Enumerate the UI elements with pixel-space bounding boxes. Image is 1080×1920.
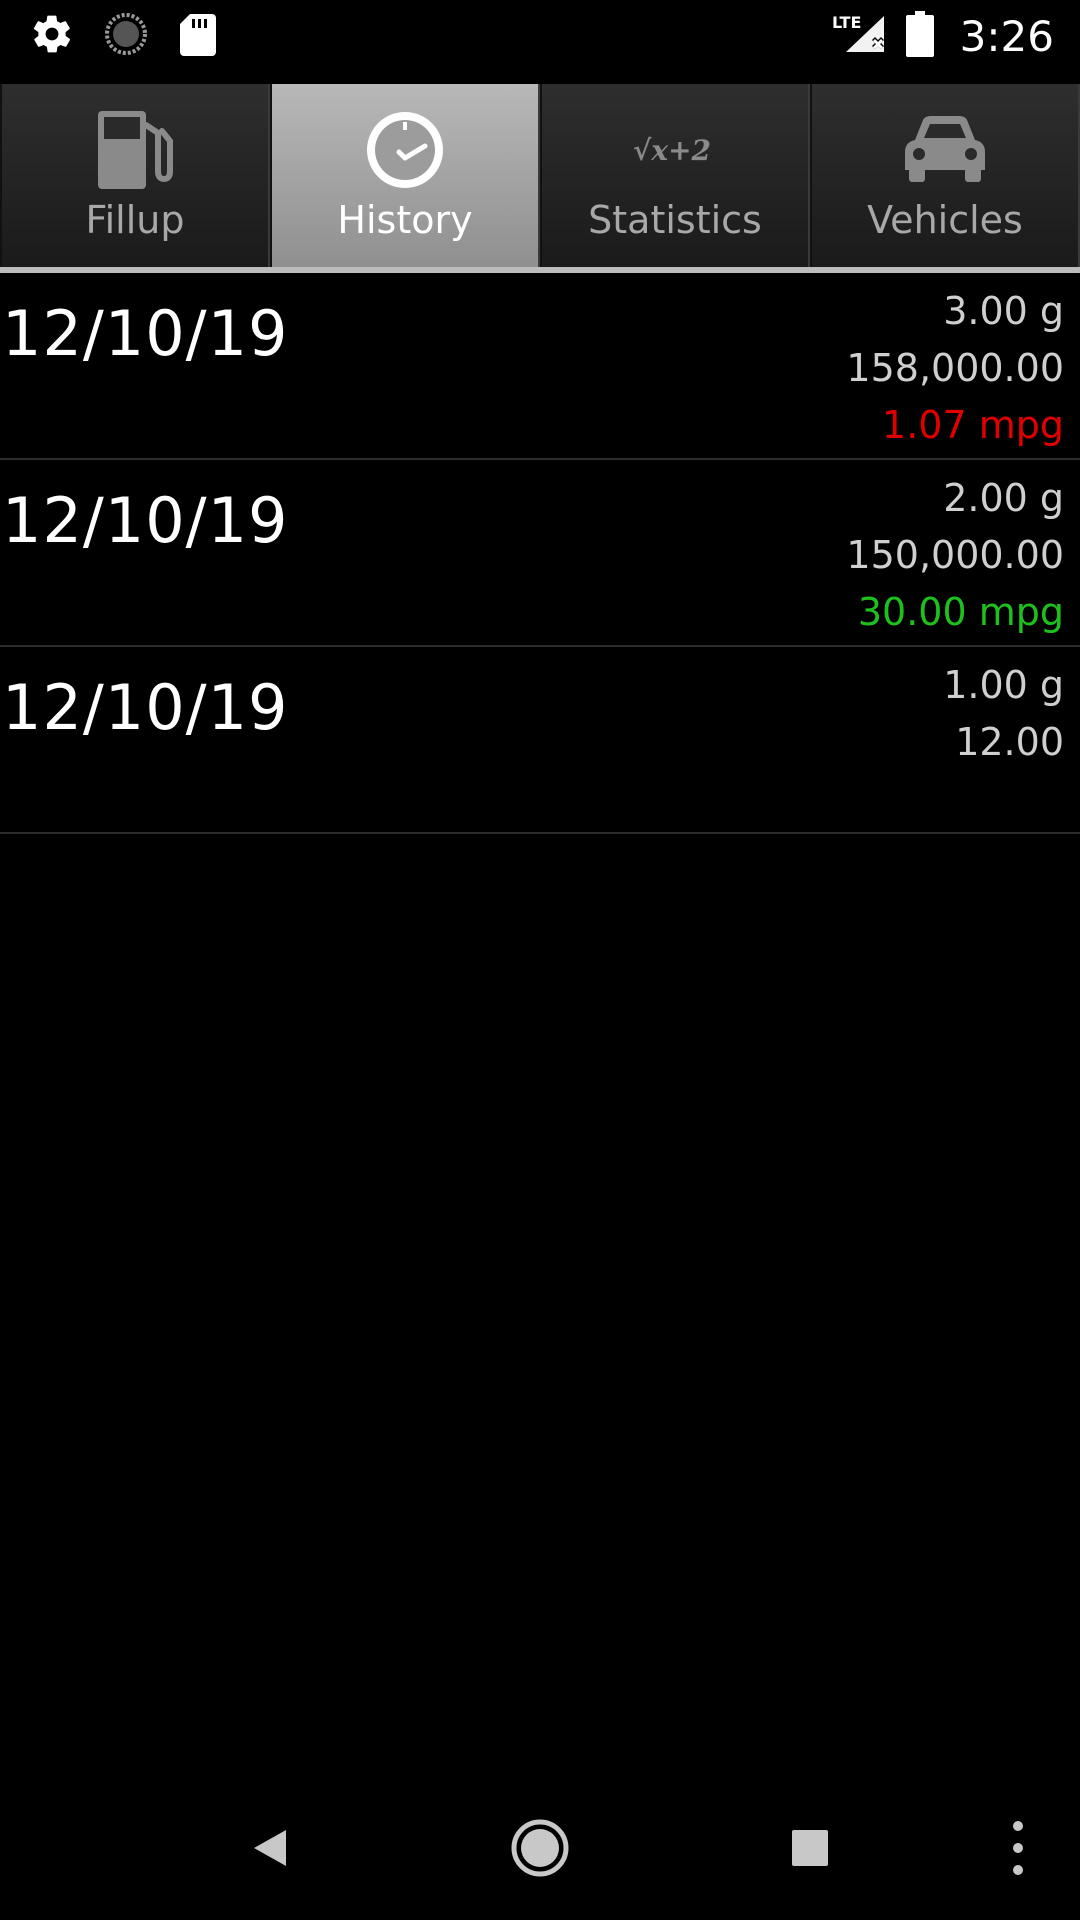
navigation-bar [0, 1776, 1080, 1920]
recents-icon[interactable] [774, 1812, 846, 1884]
tab-label: Vehicles [867, 198, 1023, 242]
history-list: 12/10/19 3.00 g 158,000.00 1.07 mpg 12/1… [0, 273, 1080, 834]
overflow-menu-icon[interactable] [982, 1812, 1054, 1884]
tab-vehicles[interactable]: Vehicles [810, 84, 1080, 270]
battery-icon [905, 11, 934, 61]
sqrt-formula-icon: √x+2 [625, 104, 725, 196]
clock-icon [361, 104, 449, 196]
entry-values: 2.00 g 150,000.00 30.00 mpg [846, 470, 1064, 641]
back-icon[interactable] [234, 1812, 306, 1884]
history-row[interactable]: 12/10/19 3.00 g 158,000.00 1.07 mpg [0, 273, 1080, 460]
fuel-pump-icon [90, 104, 180, 196]
tab-history[interactable]: History [270, 84, 540, 270]
entry-odometer: 12.00 [955, 720, 1064, 764]
lte-label: LTE [832, 13, 861, 32]
entry-values: 1.00 g 12.00 [943, 657, 1064, 771]
sd-card-icon [178, 12, 218, 60]
home-icon[interactable] [504, 1812, 576, 1884]
entry-odometer: 158,000.00 [846, 346, 1064, 390]
entry-date: 12/10/19 [2, 671, 289, 744]
entry-economy: 1.07 mpg [882, 403, 1064, 447]
entry-gallons: 3.00 g [943, 289, 1064, 333]
formula-text: √x+2 [633, 134, 711, 167]
history-row[interactable]: 12/10/19 1.00 g 12.00 [0, 647, 1080, 834]
history-row[interactable]: 12/10/19 2.00 g 150,000.00 30.00 mpg [0, 460, 1080, 647]
entry-gallons: 2.00 g [943, 476, 1064, 520]
sync-icon [104, 12, 148, 60]
entry-date: 12/10/19 [2, 484, 289, 557]
tab-statistics[interactable]: √x+2 Statistics [540, 84, 810, 270]
status-time: 3:26 [959, 11, 1054, 61]
gear-icon [30, 12, 74, 60]
entry-gallons: 1.00 g [943, 663, 1064, 707]
tab-fillup[interactable]: Fillup [0, 84, 270, 270]
car-icon [897, 104, 993, 196]
entry-economy: 30.00 mpg [857, 590, 1064, 634]
entry-values: 3.00 g 158,000.00 1.07 mpg [846, 283, 1064, 454]
lte-signal-icon: LTE [832, 12, 888, 60]
tab-bar: Fillup History √x+2 Statistics Vehicles [0, 84, 1080, 270]
tab-label: History [337, 198, 473, 242]
entry-date: 12/10/19 [2, 297, 289, 370]
status-bar: LTE 3:26 [0, 0, 1080, 72]
status-left [30, 0, 218, 72]
tab-label: Fillup [85, 198, 185, 242]
tab-label: Statistics [588, 198, 762, 242]
screen: LTE 3:26 Fillup History √x+2 Statistics … [0, 0, 1080, 1920]
status-right: LTE 3:26 [832, 0, 1054, 72]
entry-odometer: 150,000.00 [846, 533, 1064, 577]
